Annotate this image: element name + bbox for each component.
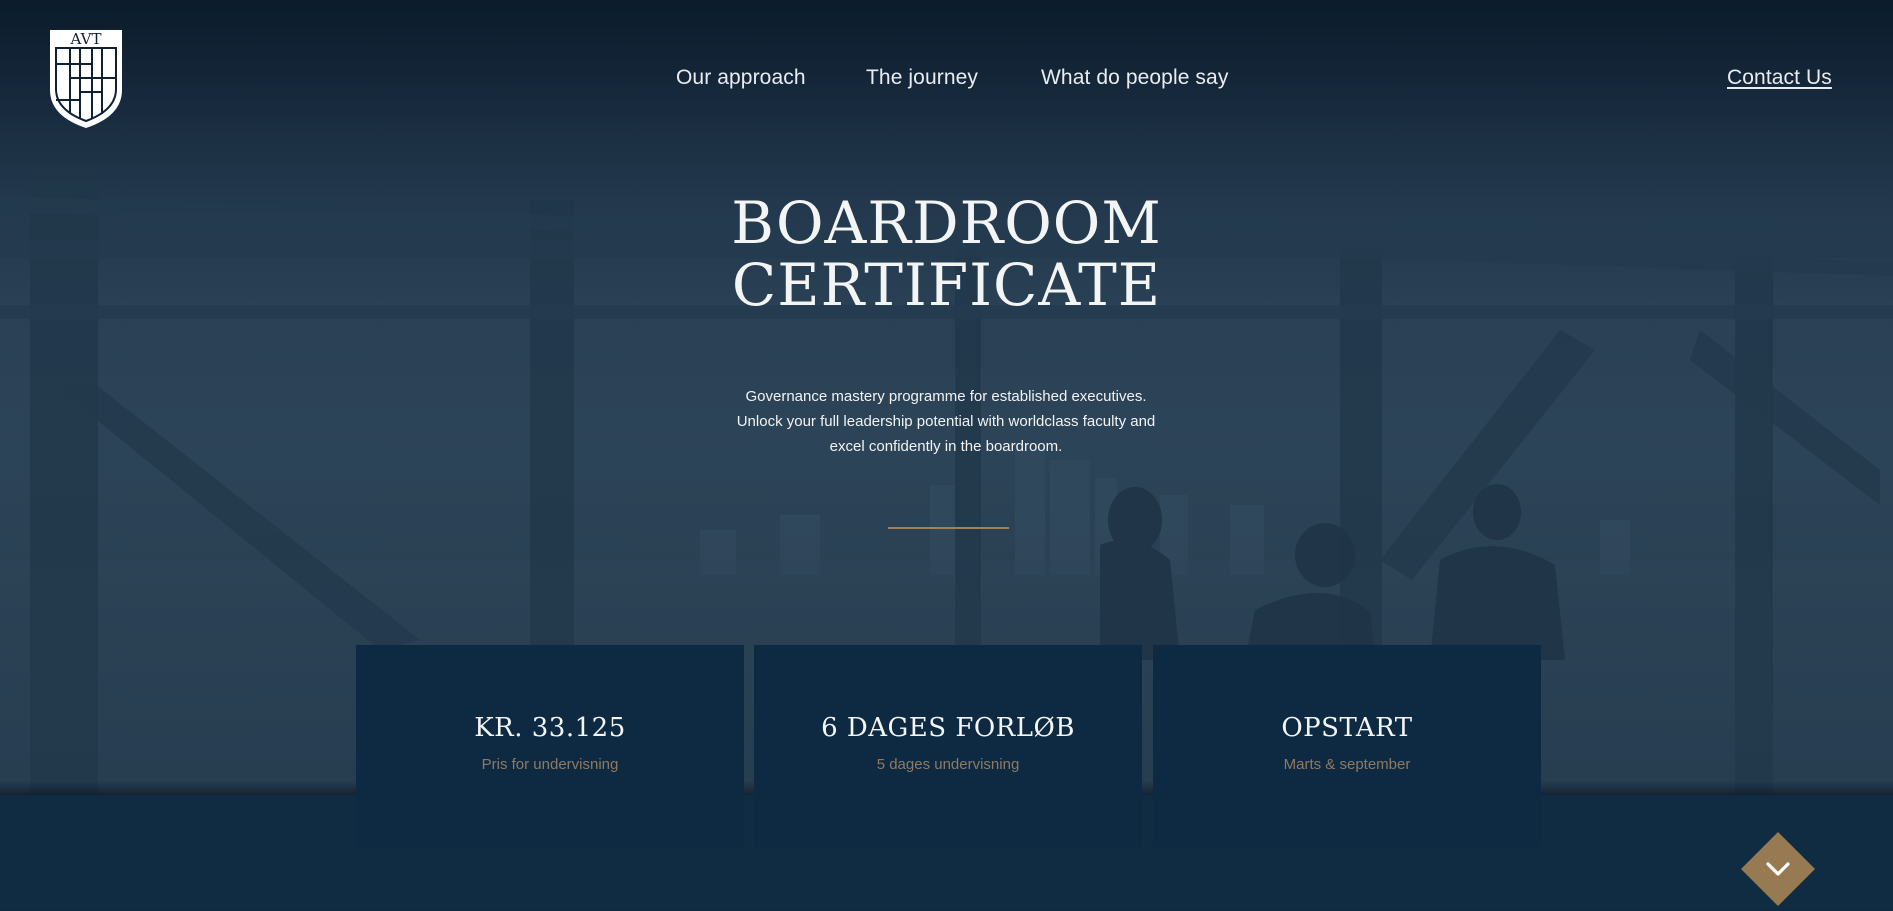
nav-link-the-journey[interactable]: The journey <box>866 62 978 94</box>
hero-title-line-2: CERTIFICATE <box>731 251 1162 319</box>
hero-divider <box>888 527 1009 529</box>
info-card-subtitle: Marts & september <box>1283 756 1411 773</box>
scroll-down-button[interactable] <box>1741 832 1815 906</box>
hero-title: BOARDROOM CERTIFICATE <box>0 192 1893 316</box>
info-card-subtitle: Pris for undervisning <box>481 756 619 773</box>
chevron-down-icon <box>1741 832 1815 906</box>
info-card-title: KR. 33.125 <box>474 713 626 743</box>
logo-text: AVT <box>70 30 102 48</box>
info-card-price: KR. 33.125 Pris for undervisning <box>356 645 744 847</box>
info-card-subtitle: 5 dages undervisning <box>876 756 1020 773</box>
info-card-title: 6 DAGES FORLØB <box>821 713 1075 743</box>
contact-us-link[interactable]: Contact Us <box>1727 62 1832 94</box>
hero-subtitle: Governance mastery programme for establi… <box>696 384 1196 459</box>
info-card-title: OPSTART <box>1281 713 1413 743</box>
nav-link-what-people-say[interactable]: What do people say <box>1041 62 1228 94</box>
main-nav: Our approach The journey What do people … <box>0 62 1893 96</box>
info-card-start: OPSTART Marts & september <box>1153 645 1541 847</box>
hero-subtitle-line-2: Unlock your full leadership potential wi… <box>736 413 1156 430</box>
hero-subtitle-line-1: Governance mastery programme for establi… <box>745 388 1147 405</box>
hero-subtitle-line-3: excel confidently in the boardroom. <box>829 438 1063 455</box>
hero-title-line-1: BOARDROOM <box>731 189 1162 257</box>
nav-link-our-approach[interactable]: Our approach <box>676 62 806 94</box>
info-card-duration: 6 DAGES FORLØB 5 dages undervisning <box>754 645 1142 847</box>
